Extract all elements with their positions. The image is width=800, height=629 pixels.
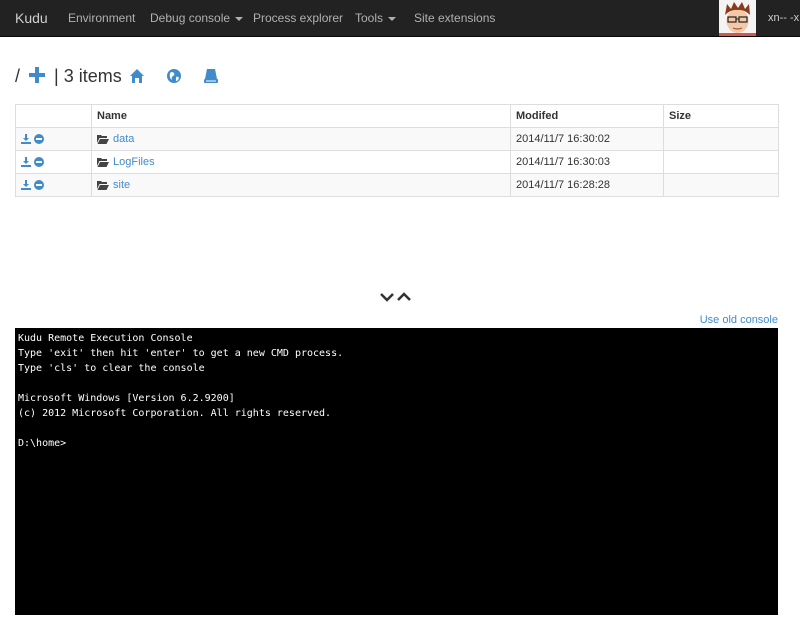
- avatar-image: [719, 0, 756, 36]
- nav-environment[interactable]: Environment: [68, 0, 135, 36]
- item-count: 3 items: [63, 66, 122, 86]
- folder-name-link[interactable]: data: [113, 133, 134, 145]
- caret-down-icon: [388, 16, 397, 21]
- nav-environment-label: Environment: [68, 11, 136, 25]
- home-icon[interactable]: [129, 68, 145, 84]
- caret-down-icon: [235, 16, 244, 21]
- chevron-up-icon: [397, 292, 411, 301]
- nav-tools-label: Tools: [355, 11, 384, 25]
- globe-icon[interactable]: [166, 68, 182, 84]
- console-line: (c) 2012 Microsoft Corporation. All righ…: [18, 408, 332, 419]
- download-icon[interactable]: [21, 157, 31, 168]
- delete-icon[interactable]: [34, 157, 44, 168]
- breadcrumb-separator: |: [54, 66, 59, 86]
- console-line: Microsoft Windows [Version 6.2.9200]: [18, 393, 235, 404]
- modified-column-header[interactable]: Modifed: [510, 104, 664, 128]
- folder-open-icon: [97, 158, 109, 168]
- drive-icon[interactable]: [203, 68, 219, 84]
- top-navbar: Kudu Environment Debug console Process e…: [0, 0, 800, 37]
- file-table: Name Modifed Size data 2014/11/7 16:30:0…: [15, 104, 779, 197]
- folder-open-icon: [97, 181, 109, 191]
- panel-toggle[interactable]: [380, 291, 412, 303]
- console-line: Type 'cls' to clear the console: [18, 363, 205, 374]
- nav-debug-console[interactable]: Debug console: [150, 0, 244, 36]
- row-modified-cell: 2014/11/7 16:28:28: [510, 173, 664, 197]
- delete-icon[interactable]: [34, 134, 44, 145]
- table-row: data 2014/11/7 16:30:02: [15, 127, 779, 151]
- name-column-header[interactable]: Name: [91, 104, 511, 128]
- row-actions: [15, 150, 92, 174]
- row-modified-cell: 2014/11/7 16:30:03: [510, 150, 664, 174]
- row-name-cell[interactable]: site: [91, 173, 511, 197]
- download-icon[interactable]: [21, 180, 31, 191]
- nav-process-explorer[interactable]: Process explorer: [253, 0, 343, 36]
- download-icon[interactable]: [21, 134, 31, 145]
- nav-site-extensions[interactable]: Site extensions: [414, 0, 495, 36]
- chevron-down-icon: [380, 293, 394, 302]
- row-size-cell: [663, 127, 779, 151]
- nav-site-extensions-label: Site extensions: [414, 11, 496, 25]
- avatar[interactable]: [719, 0, 756, 36]
- row-actions: [15, 173, 92, 197]
- breadcrumb: / | 3 items: [15, 64, 122, 88]
- nav-tools[interactable]: Tools: [355, 0, 397, 36]
- user-name[interactable]: xn-- -x: [768, 0, 799, 36]
- folder-name-link[interactable]: LogFiles: [113, 156, 155, 168]
- row-size-cell: [663, 173, 779, 197]
- console-prompt[interactable]: D:\home>: [18, 436, 775, 451]
- console-line: Kudu Remote Execution Console: [18, 333, 193, 344]
- console-output[interactable]: Kudu Remote Execution Console Type 'exit…: [15, 328, 778, 615]
- actions-column-header: [15, 104, 92, 128]
- folder-name-link[interactable]: site: [113, 179, 130, 191]
- plus-icon[interactable]: [29, 67, 46, 83]
- row-modified-cell: 2014/11/7 16:30:02: [510, 127, 664, 151]
- table-header-row: Name Modifed Size: [15, 104, 779, 128]
- nav-debug-console-label: Debug console: [150, 11, 231, 25]
- folder-open-icon: [97, 135, 109, 145]
- brand-link[interactable]: Kudu: [15, 0, 48, 36]
- table-row: LogFiles 2014/11/7 16:30:03: [15, 150, 779, 174]
- use-old-console-link[interactable]: Use old console: [700, 314, 778, 326]
- row-name-cell[interactable]: LogFiles: [91, 150, 511, 174]
- breadcrumb-root[interactable]: /: [15, 66, 20, 86]
- size-column-header[interactable]: Size: [663, 104, 779, 128]
- row-actions: [15, 127, 92, 151]
- nav-process-explorer-label: Process explorer: [253, 11, 344, 25]
- table-row: site 2014/11/7 16:28:28: [15, 173, 779, 197]
- console-line: Type 'exit' then hit 'enter' to get a ne…: [18, 348, 344, 359]
- row-name-cell[interactable]: data: [91, 127, 511, 151]
- delete-icon[interactable]: [34, 180, 44, 191]
- row-size-cell: [663, 150, 779, 174]
